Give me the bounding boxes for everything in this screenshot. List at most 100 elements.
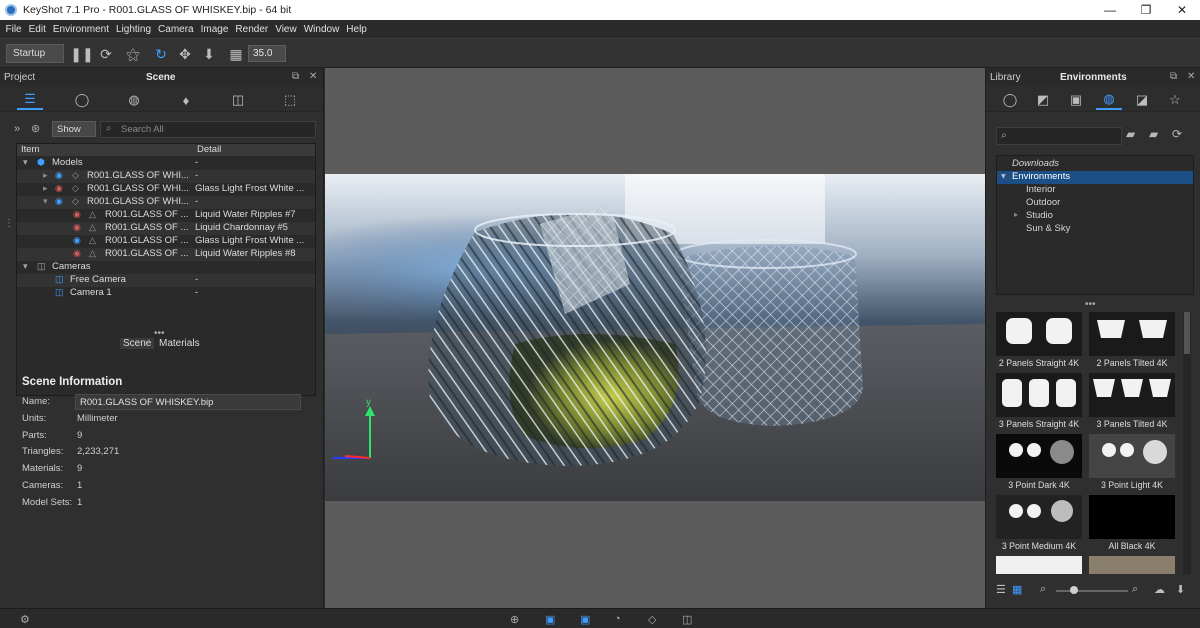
tree-row[interactable]: ◫ Free Camera - — [17, 274, 315, 287]
refresh-icon[interactable]: ⟳ — [1172, 127, 1182, 141]
folder-icon[interactable]: ▰ — [1126, 127, 1135, 141]
menu-image[interactable]: Image — [197, 24, 232, 35]
tree-row[interactable]: ▸ ◉ ◇ R001.GLASS OF WHI... Glass Light F… — [17, 183, 315, 196]
expand-icon[interactable]: ▸ — [43, 183, 48, 194]
real-time-viewport[interactable]: y — [325, 68, 985, 608]
zoom-in-icon[interactable]: ⌕ — [1132, 583, 1138, 596]
show-dropdown[interactable]: Show — [52, 121, 96, 137]
tree-row-models[interactable]: ▾ ⬢ Models - — [17, 157, 315, 170]
project-icon[interactable]: ▣ — [580, 613, 590, 626]
tab-textures-icon[interactable]: ▣ — [1063, 90, 1089, 110]
upload-cloud-icon[interactable]: ☁ — [1154, 583, 1165, 596]
workspace-dropdown[interactable]: Startup — [6, 44, 64, 63]
tab-materials[interactable]: Materials — [156, 338, 203, 349]
env-thumbnail[interactable] — [1089, 434, 1175, 478]
slider-knob[interactable] — [1070, 586, 1078, 594]
tab-materials-icon[interactable]: ◯ — [997, 90, 1023, 110]
collapse-icon[interactable]: ▾ — [1001, 171, 1006, 182]
env-thumbnail[interactable] — [996, 495, 1082, 539]
tree-row[interactable]: ◉ △ R001.GLASS OF ... Liquid Water Rippl… — [17, 248, 315, 261]
close-button[interactable]: ✕ — [1164, 0, 1200, 20]
column-item[interactable]: Item — [21, 144, 39, 155]
tree-row-cameras[interactable]: ▾ ◫ Cameras — [17, 261, 315, 274]
grid-view-icon[interactable]: ▦ — [1012, 583, 1022, 596]
column-detail[interactable]: Detail — [197, 144, 221, 155]
list-view-icon[interactable]: ☰ — [996, 583, 1006, 596]
env-thumbnail[interactable] — [996, 556, 1082, 574]
tab-colors-icon[interactable]: ◩ — [1030, 90, 1056, 110]
pause-icon[interactable]: ❚❚ — [70, 44, 93, 64]
collapse-icon[interactable]: ▾ — [23, 261, 28, 272]
import-folder-icon[interactable]: ▰ — [1149, 127, 1158, 141]
maximize-button[interactable]: ❐ — [1128, 0, 1164, 20]
visibility-eye-icon[interactable]: ◉ — [55, 170, 63, 181]
visibility-eye-icon[interactable]: ◉ — [73, 209, 81, 220]
import-icon[interactable]: ⊕ — [510, 613, 519, 626]
env-thumbnail[interactable] — [1089, 373, 1175, 417]
dolly-icon[interactable]: ⬇ — [199, 44, 219, 64]
field-of-view-icon[interactable]: ▦ — [226, 44, 246, 64]
tumble-icon[interactable]: ⚝ — [123, 44, 143, 64]
close-panel-icon[interactable]: ✕ — [309, 71, 317, 82]
menu-edit[interactable]: Edit — [25, 24, 49, 35]
pan-icon[interactable]: ✥ — [175, 44, 195, 64]
library-search-input[interactable]: ⌕ — [996, 127, 1122, 145]
env-thumbnail[interactable] — [1089, 556, 1175, 574]
menu-environment[interactable]: Environment — [49, 24, 112, 35]
tree-item-interior[interactable]: Interior — [997, 184, 1193, 197]
tree-item-environments[interactable]: ▾ Environments — [997, 171, 1193, 184]
tab-scene-icon[interactable]: ☰ — [17, 90, 43, 110]
scrollbar-thumb[interactable] — [1184, 312, 1190, 354]
tab-scene[interactable]: Scene — [120, 338, 155, 349]
expand-icon[interactable]: ▸ — [1014, 210, 1018, 219]
env-thumbnail[interactable] — [996, 373, 1082, 417]
menu-help[interactable]: Help — [343, 24, 371, 35]
tree-item-studio[interactable]: ▸ Studio — [997, 210, 1193, 223]
menu-window[interactable]: Window — [300, 24, 343, 35]
env-thumbnail[interactable] — [1089, 495, 1175, 539]
scene-search-input[interactable]: ⌕ Search All — [100, 121, 316, 138]
tab-environment-icon[interactable]: ◍ — [121, 90, 147, 110]
undock-icon[interactable]: ⧉ — [1170, 71, 1177, 82]
menu-file[interactable]: File — [2, 24, 25, 35]
minimize-button[interactable]: — — [1092, 0, 1128, 20]
undock-icon[interactable]: ⧉ — [292, 71, 299, 82]
tab-material-icon[interactable]: ◯ — [69, 90, 95, 110]
menu-camera[interactable]: Camera — [155, 24, 198, 35]
expand-icon[interactable]: » — [14, 123, 20, 135]
visibility-eye-icon[interactable]: ◉ — [55, 183, 63, 194]
download-icon[interactable]: ⬇ — [1176, 583, 1185, 596]
library-icon[interactable]: ▣ — [545, 613, 555, 626]
scene-name-field[interactable]: R001.GLASS OF WHISKEY.bip — [75, 394, 301, 410]
expand-icon[interactable]: ▸ — [43, 170, 48, 181]
collapse-icon[interactable]: ▾ — [23, 157, 28, 168]
tab-backplates-icon[interactable]: ◪ — [1129, 90, 1155, 110]
tree-row[interactable]: ▾ ◉ ◇ R001.GLASS OF WHI... - — [17, 196, 315, 209]
filter-icon[interactable]: ⊛ — [31, 122, 40, 135]
env-thumbnail[interactable] — [1089, 312, 1175, 356]
tree-row[interactable]: ◉ △ R001.GLASS OF ... Liquid Water Rippl… — [17, 209, 315, 222]
menu-render[interactable]: Render — [232, 24, 272, 35]
tree-row[interactable]: ◉ △ R001.GLASS OF ... Glass Light Frost … — [17, 235, 315, 248]
visibility-eye-icon[interactable]: ◉ — [73, 222, 81, 233]
env-thumbnail[interactable] — [996, 434, 1082, 478]
tree-row[interactable]: ◫ Camera 1 - — [17, 287, 315, 300]
close-panel-icon[interactable]: ✕ — [1187, 71, 1195, 82]
env-thumbnail[interactable] — [996, 312, 1082, 356]
rotate-icon[interactable]: ↻ — [151, 44, 171, 64]
tree-row[interactable]: ◉ △ R001.GLASS OF ... Liquid Chardonnay … — [17, 222, 315, 235]
menu-view[interactable]: View — [272, 24, 301, 35]
tree-item-sun-sky[interactable]: Sun & Sky — [997, 223, 1193, 236]
field-of-view-input[interactable]: 35.0 — [248, 45, 286, 62]
panel-resize-handle[interactable]: ⋮ — [4, 218, 14, 229]
settings-icon[interactable]: ⚙ — [20, 613, 30, 626]
tab-camera-icon[interactable]: ◫ — [225, 90, 251, 110]
tree-row[interactable]: ▸ ◉ ◇ R001.GLASS OF WHI... - — [17, 170, 315, 183]
tree-item-outdoor[interactable]: Outdoor — [997, 197, 1193, 210]
tab-favorites-icon[interactable]: ☆ — [1162, 90, 1188, 110]
tree-item-downloads[interactable]: Downloads — [997, 158, 1193, 171]
visibility-eye-icon[interactable]: ◉ — [73, 248, 81, 259]
visibility-eye-icon[interactable]: ◉ — [55, 196, 63, 207]
tab-image-icon[interactable]: ⬚ — [277, 90, 303, 110]
performance-mode-icon[interactable]: ⟳ — [96, 44, 116, 64]
